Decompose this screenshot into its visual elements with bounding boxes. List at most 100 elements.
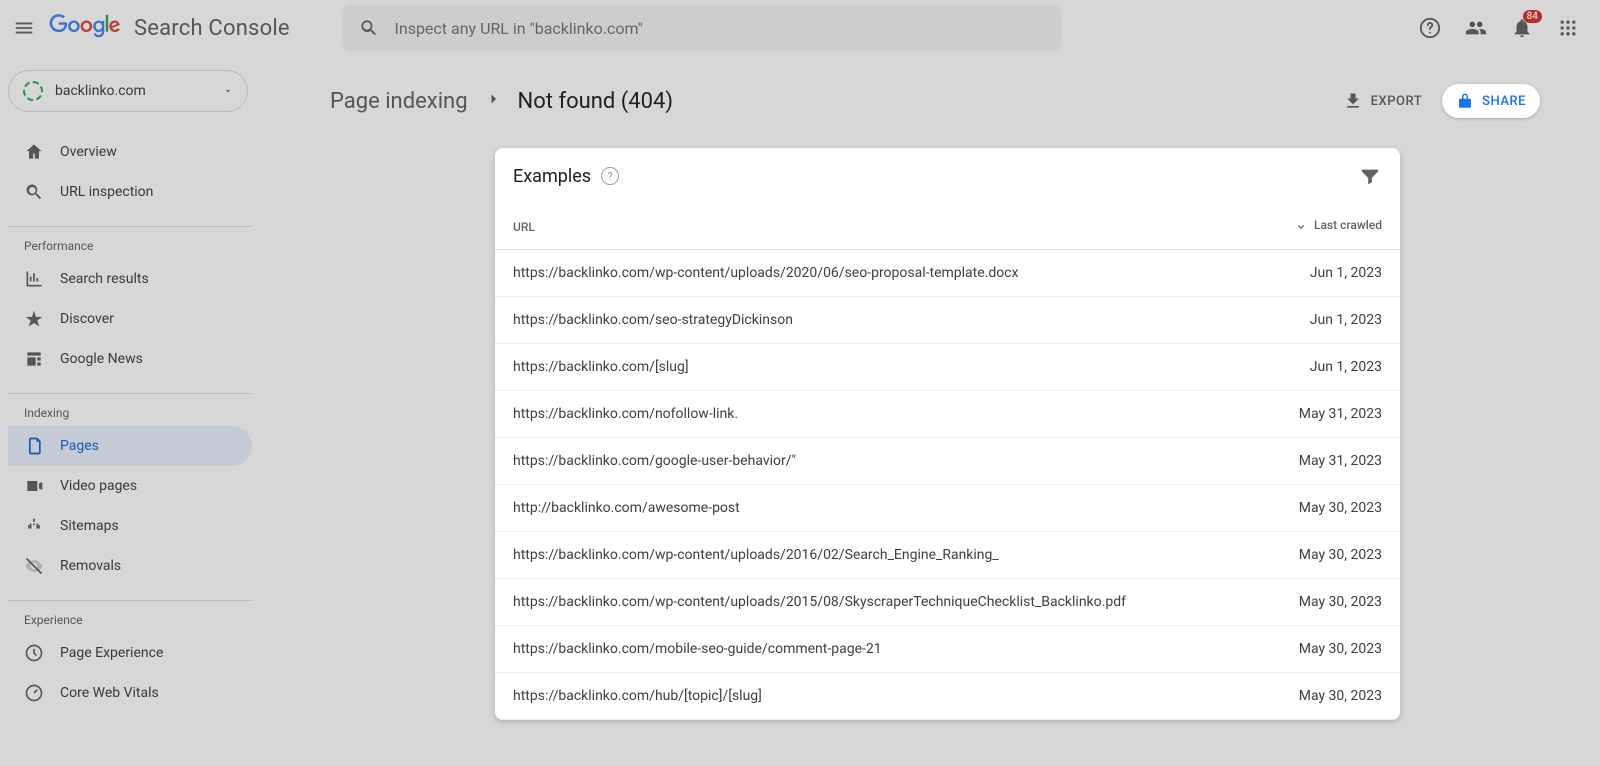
- sidebar-item-url-inspection[interactable]: URL inspection: [8, 172, 252, 212]
- table-row[interactable]: https://backlinko.com/[slug]Jun 1, 2023: [495, 344, 1400, 391]
- examples-table: URL Last crawled https://backlinko.com/w…: [495, 204, 1400, 720]
- sidebar-item-sitemaps[interactable]: Sitemaps: [8, 506, 252, 546]
- sidebar-item-label: Core Web Vitals: [60, 685, 159, 701]
- cell-url: https://backlinko.com/google-user-behavi…: [495, 438, 1255, 485]
- table-row[interactable]: https://backlinko.com/wp-content/uploads…: [495, 250, 1400, 297]
- property-selector[interactable]: backlinko.com: [8, 70, 248, 112]
- property-name: backlinko.com: [55, 83, 211, 99]
- cell-crawled: May 30, 2023: [1255, 626, 1400, 673]
- cell-crawled: May 30, 2023: [1255, 673, 1400, 720]
- arrow-down-icon: [1294, 218, 1308, 232]
- table-row[interactable]: http://backlinko.com/awesome-postMay 30,…: [495, 485, 1400, 532]
- filter-icon[interactable]: [1358, 164, 1382, 188]
- url-inspection-input[interactable]: [395, 19, 1046, 38]
- lock-icon: [1456, 92, 1474, 110]
- table-row[interactable]: https://backlinko.com/wp-content/uploads…: [495, 579, 1400, 626]
- sidebar-item-google-news[interactable]: Google News: [8, 339, 252, 379]
- sitemap-icon: [24, 516, 44, 536]
- chevron-down-icon: [223, 86, 233, 96]
- vitals-icon: [24, 683, 44, 703]
- notifications-icon[interactable]: 84: [1510, 16, 1534, 40]
- download-icon: [1343, 91, 1363, 111]
- sidebar-item-label: URL inspection: [60, 184, 153, 200]
- sidebar-item-search-results[interactable]: Search results: [8, 259, 252, 299]
- sidebar-item-discover[interactable]: Discover: [8, 299, 252, 339]
- cell-crawled: Jun 1, 2023: [1255, 297, 1400, 344]
- main-content: Page indexing Not found (404) EXPORT SHA…: [260, 56, 1600, 766]
- removals-icon: [24, 556, 44, 576]
- sidebar-item-overview[interactable]: Overview: [8, 132, 252, 172]
- sidebar-item-label: Page Experience: [60, 645, 163, 661]
- cell-crawled: May 30, 2023: [1255, 532, 1400, 579]
- sidebar: backlinko.com Overview URL inspection Per…: [0, 56, 260, 766]
- search-icon: [358, 16, 381, 40]
- sidebar-item-pages[interactable]: Pages: [8, 426, 252, 466]
- cell-crawled: May 31, 2023: [1255, 391, 1400, 438]
- cell-crawled: May 30, 2023: [1255, 579, 1400, 626]
- examples-title: Examples: [513, 166, 591, 187]
- export-label: EXPORT: [1371, 94, 1422, 109]
- cell-crawled: May 30, 2023: [1255, 485, 1400, 532]
- cell-url: https://backlinko.com/wp-content/uploads…: [495, 532, 1255, 579]
- product-name: Search Console: [134, 16, 290, 41]
- pages-icon: [24, 436, 44, 456]
- sidebar-item-removals[interactable]: Removals: [8, 546, 252, 586]
- sidebar-item-label: Sitemaps: [60, 518, 119, 534]
- examples-card: Examples ? URL Last crawled https://: [495, 148, 1400, 720]
- sidebar-item-label: Discover: [60, 311, 114, 327]
- cell-url: http://backlinko.com/awesome-post: [495, 485, 1255, 532]
- chevron-right-icon: [484, 90, 502, 112]
- cell-url: https://backlinko.com/wp-content/uploads…: [495, 579, 1255, 626]
- cell-url: https://backlinko.com/mobile-seo-guide/c…: [495, 626, 1255, 673]
- help-icon[interactable]: [1418, 16, 1442, 40]
- property-icon: [23, 81, 43, 101]
- sidebar-item-label: Pages: [60, 438, 99, 454]
- page-header: Page indexing Not found (404) EXPORT SHA…: [330, 84, 1540, 118]
- col-last-crawled[interactable]: Last crawled: [1255, 204, 1400, 250]
- url-inspection-searchbar[interactable]: [342, 5, 1062, 51]
- sidebar-item-label: Google News: [60, 351, 143, 367]
- cell-url: https://backlinko.com/hub/[topic]/[slug]: [495, 673, 1255, 720]
- section-title: Performance: [8, 233, 252, 259]
- sidebar-item-video-pages[interactable]: Video pages: [8, 466, 252, 506]
- cell-crawled: Jun 1, 2023: [1255, 344, 1400, 391]
- chart-icon: [24, 269, 44, 289]
- star-icon: [24, 309, 44, 329]
- cell-url: https://backlinko.com/nofollow-link.: [495, 391, 1255, 438]
- notifications-badge: 84: [1523, 10, 1542, 23]
- video-icon: [24, 476, 44, 496]
- sidebar-item-page-experience[interactable]: Page Experience: [8, 633, 252, 673]
- section-title: Experience: [8, 607, 252, 633]
- cell-url: https://backlinko.com/[slug]: [495, 344, 1255, 391]
- help-icon[interactable]: ?: [601, 167, 619, 185]
- table-row[interactable]: https://backlinko.com/hub/[topic]/[slug]…: [495, 673, 1400, 720]
- apps-grid-icon[interactable]: [1556, 16, 1580, 40]
- cell-crawled: May 31, 2023: [1255, 438, 1400, 485]
- sidebar-item-label: Removals: [60, 558, 121, 574]
- pagexp-icon: [24, 643, 44, 663]
- hamburger-menu-icon[interactable]: [12, 16, 36, 40]
- table-row[interactable]: https://backlinko.com/nofollow-link.May …: [495, 391, 1400, 438]
- section-title: Indexing: [8, 400, 252, 426]
- breadcrumb-current: Not found (404): [518, 89, 674, 114]
- people-icon[interactable]: [1464, 16, 1488, 40]
- app-bar: Search Console 84: [0, 0, 1600, 56]
- breadcrumb-root[interactable]: Page indexing: [330, 89, 468, 114]
- table-row[interactable]: https://backlinko.com/wp-content/uploads…: [495, 532, 1400, 579]
- search-icon: [24, 182, 44, 202]
- cell-crawled: Jun 1, 2023: [1255, 250, 1400, 297]
- share-label: SHARE: [1482, 94, 1526, 109]
- cell-url: https://backlinko.com/wp-content/uploads…: [495, 250, 1255, 297]
- sidebar-item-label: Search results: [60, 271, 149, 287]
- share-button[interactable]: SHARE: [1442, 84, 1540, 118]
- table-row[interactable]: https://backlinko.com/google-user-behavi…: [495, 438, 1400, 485]
- cell-url: https://backlinko.com/seo-strategyDickin…: [495, 297, 1255, 344]
- sidebar-item-core-web-vitals[interactable]: Core Web Vitals: [8, 673, 252, 713]
- sidebar-item-label: Video pages: [60, 478, 137, 494]
- table-row[interactable]: https://backlinko.com/mobile-seo-guide/c…: [495, 626, 1400, 673]
- home-icon: [24, 142, 44, 162]
- export-button[interactable]: EXPORT: [1343, 91, 1422, 111]
- col-url[interactable]: URL: [495, 204, 1255, 250]
- table-row[interactable]: https://backlinko.com/seo-strategyDickin…: [495, 297, 1400, 344]
- sidebar-item-label: Overview: [60, 144, 117, 160]
